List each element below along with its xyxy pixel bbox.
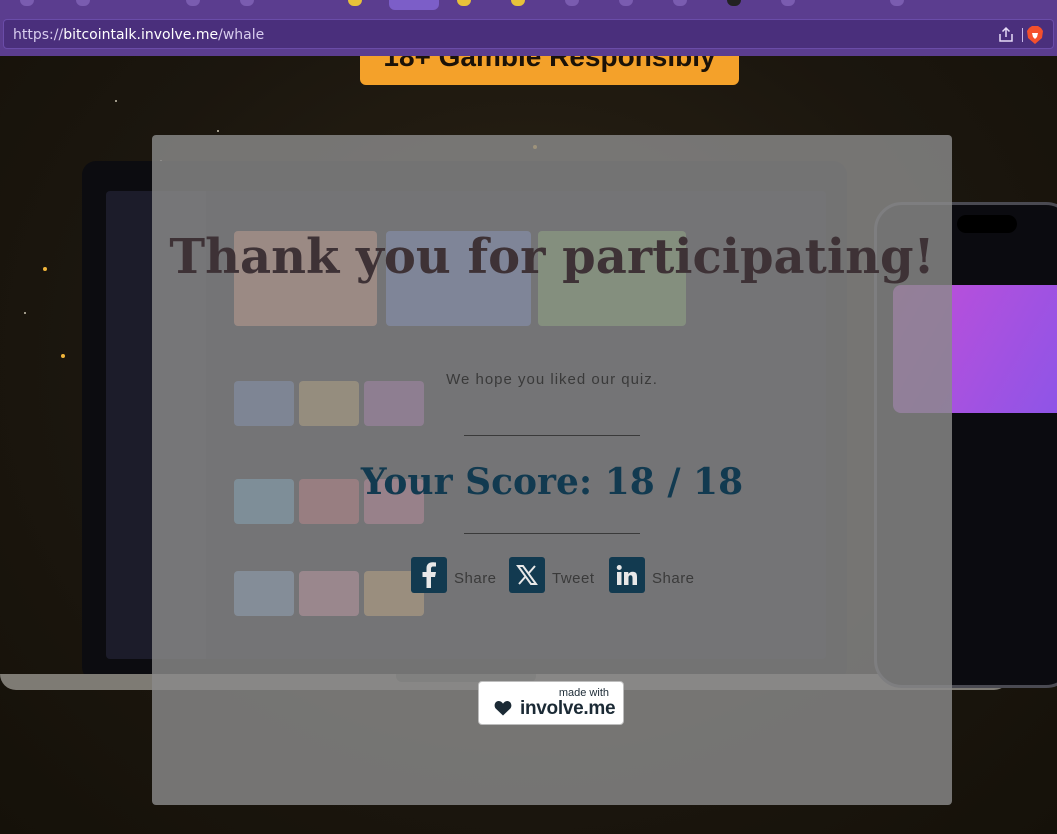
involve-me-brand: involve.me <box>520 698 616 719</box>
brave-lion-icon[interactable] <box>1026 25 1044 45</box>
share-label: Share <box>454 569 497 587</box>
tweet-label: Tweet <box>552 569 595 587</box>
url-scheme: https:// <box>13 27 64 43</box>
tab-favicon[interactable] <box>565 0 579 6</box>
score-label: Your Score: <box>360 461 593 503</box>
linkedin-icon <box>609 557 645 593</box>
url-host: bitcointalk.involve.me <box>63 27 219 43</box>
background-star <box>217 130 219 132</box>
quiz-subtitle: We hope you liked our quiz. <box>446 371 658 388</box>
thank-you-title: Thank you for participating! <box>169 229 935 285</box>
browser-address-bar: https://bitcointalk.involve.me/whale <box>0 14 1057 56</box>
tab-favicon[interactable] <box>240 0 254 6</box>
tweet-button[interactable]: Tweet <box>509 557 595 593</box>
x-twitter-icon <box>509 557 545 593</box>
address-bar-separator <box>1022 28 1023 42</box>
background-star <box>115 100 117 102</box>
tab-favicon[interactable] <box>348 0 362 6</box>
divider-top <box>464 435 640 436</box>
tab-favicon[interactable] <box>20 0 34 6</box>
phone-dynamic-island <box>957 215 1017 233</box>
tab-favicon[interactable] <box>619 0 633 6</box>
heart-icon <box>494 701 512 716</box>
tab-favicon[interactable] <box>727 0 741 6</box>
linkedin-share-button[interactable]: Share <box>609 557 695 593</box>
facebook-share-button[interactable]: Share <box>411 557 497 593</box>
divider-bottom <box>464 533 640 534</box>
background-star <box>24 312 26 314</box>
gamble-responsibly-banner: 18+ Gamble Responsibly <box>360 56 739 85</box>
share-icon[interactable] <box>997 26 1015 44</box>
score-heading: Your Score: 18 / 18 <box>152 461 952 503</box>
score-value: 18 / 18 <box>604 461 744 503</box>
tab-favicon[interactable] <box>890 0 904 6</box>
facebook-icon <box>411 557 447 593</box>
tab-favicon[interactable] <box>457 0 471 6</box>
share-label: Share <box>652 569 695 587</box>
url-path: /whale <box>218 27 265 43</box>
background-star <box>61 354 65 358</box>
background-star <box>43 267 47 271</box>
quiz-result-overlay: Thank you for participating! We hope you… <box>152 135 952 805</box>
url-text[interactable]: https://bitcointalk.involve.me/whale <box>13 27 264 43</box>
browser-tab-strip <box>0 0 1057 14</box>
active-tab[interactable] <box>389 0 439 10</box>
tab-favicon[interactable] <box>673 0 687 6</box>
banner-text: 18+ Gamble Responsibly <box>383 56 716 72</box>
tab-favicon[interactable] <box>511 0 525 6</box>
tab-favicon[interactable] <box>781 0 795 6</box>
url-field[interactable]: https://bitcointalk.involve.me/whale <box>3 19 1054 49</box>
tab-favicon[interactable] <box>186 0 200 6</box>
made-with-involve-badge[interactable]: made with involve.me <box>478 681 624 725</box>
tab-favicon[interactable] <box>76 0 90 6</box>
